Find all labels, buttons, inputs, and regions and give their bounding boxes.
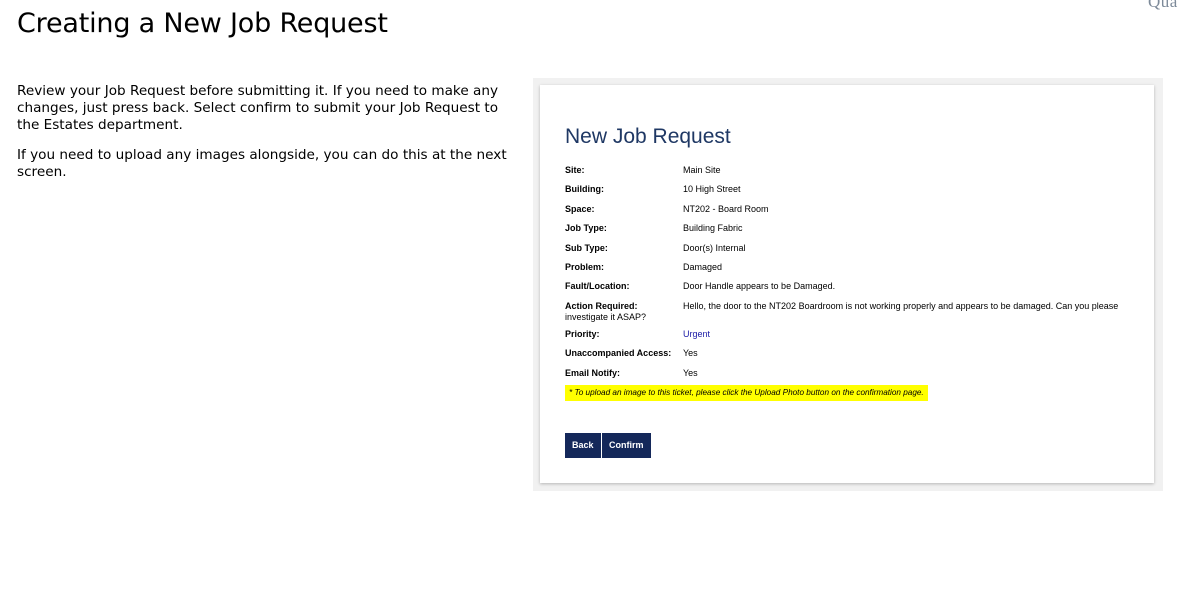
job-request-card: New Job Request Site: Main Site Building… bbox=[540, 85, 1154, 483]
confirm-button[interactable]: Confirm bbox=[602, 433, 651, 458]
corner-text: Qua bbox=[1148, 0, 1178, 11]
job-details: Site: Main Site Building: 10 High Street… bbox=[565, 165, 1135, 387]
back-button[interactable]: Back bbox=[565, 433, 601, 458]
detail-label: Email Notify: bbox=[565, 367, 621, 378]
detail-row-fault-location: Fault/Location: Door Handle appears to b… bbox=[565, 281, 1135, 300]
detail-row-job-type: Job Type: Building Fabric bbox=[565, 223, 1135, 242]
detail-row-unaccompanied-access: Unaccompanied Access: Yes bbox=[565, 348, 1135, 367]
detail-label: Priority: bbox=[565, 328, 600, 339]
detail-label: Site: bbox=[565, 165, 585, 175]
detail-value: Building Fabric bbox=[683, 223, 743, 234]
detail-row-priority: Priority: Urgent bbox=[565, 329, 1135, 348]
detail-label: Action Required: bbox=[565, 300, 638, 311]
detail-row-email-notify: Email Notify: Yes bbox=[565, 368, 1135, 387]
detail-value: Yes bbox=[683, 348, 698, 359]
detail-label: Space: bbox=[565, 203, 595, 214]
screenshot-frame: New Job Request Site: Main Site Building… bbox=[533, 78, 1163, 491]
detail-row-site: Site: Main Site bbox=[565, 165, 1135, 184]
instructions: Review your Job Request before submittin… bbox=[17, 83, 517, 194]
detail-label: Sub Type: bbox=[565, 242, 608, 253]
priority-value: Urgent bbox=[683, 328, 711, 339]
detail-row-problem: Problem: Damaged bbox=[565, 262, 1135, 281]
detail-value-continued: investigate it ASAP? bbox=[565, 311, 647, 322]
detail-row-space: Space: NT202 - Board Room bbox=[565, 204, 1135, 223]
form-title: New Job Request bbox=[565, 125, 731, 148]
detail-value: Hello, the door to the NT202 Boardroom i… bbox=[683, 300, 1119, 311]
slide-title: Creating a New Job Request bbox=[17, 8, 388, 39]
detail-value: Door(s) Internal bbox=[683, 242, 746, 253]
detail-value: 10 High Street bbox=[683, 184, 741, 195]
detail-row-action-required: Action Required: Hello, the door to the … bbox=[565, 301, 1135, 329]
detail-label: Fault/Location: bbox=[565, 281, 630, 292]
detail-value: Main Site bbox=[683, 165, 721, 175]
instructions-paragraph-review: Review your Job Request before submittin… bbox=[17, 83, 499, 133]
detail-row-building: Building: 10 High Street bbox=[565, 184, 1135, 203]
detail-label: Job Type: bbox=[565, 223, 607, 234]
instructions-paragraph-upload: If you need to upload any images alongsi… bbox=[17, 147, 507, 180]
detail-value: Yes bbox=[683, 367, 698, 378]
detail-label: Problem: bbox=[565, 261, 605, 272]
detail-value: NT202 - Board Room bbox=[683, 203, 769, 214]
detail-label: Unaccompanied Access: bbox=[565, 348, 672, 359]
detail-value: Door Handle appears to be Damaged. bbox=[683, 281, 836, 292]
detail-value: Damaged bbox=[683, 261, 723, 272]
upload-photo-note: * To upload an image to this ticket, ple… bbox=[565, 385, 928, 401]
detail-row-sub-type: Sub Type: Door(s) Internal bbox=[565, 243, 1135, 262]
detail-label: Building: bbox=[565, 184, 604, 195]
